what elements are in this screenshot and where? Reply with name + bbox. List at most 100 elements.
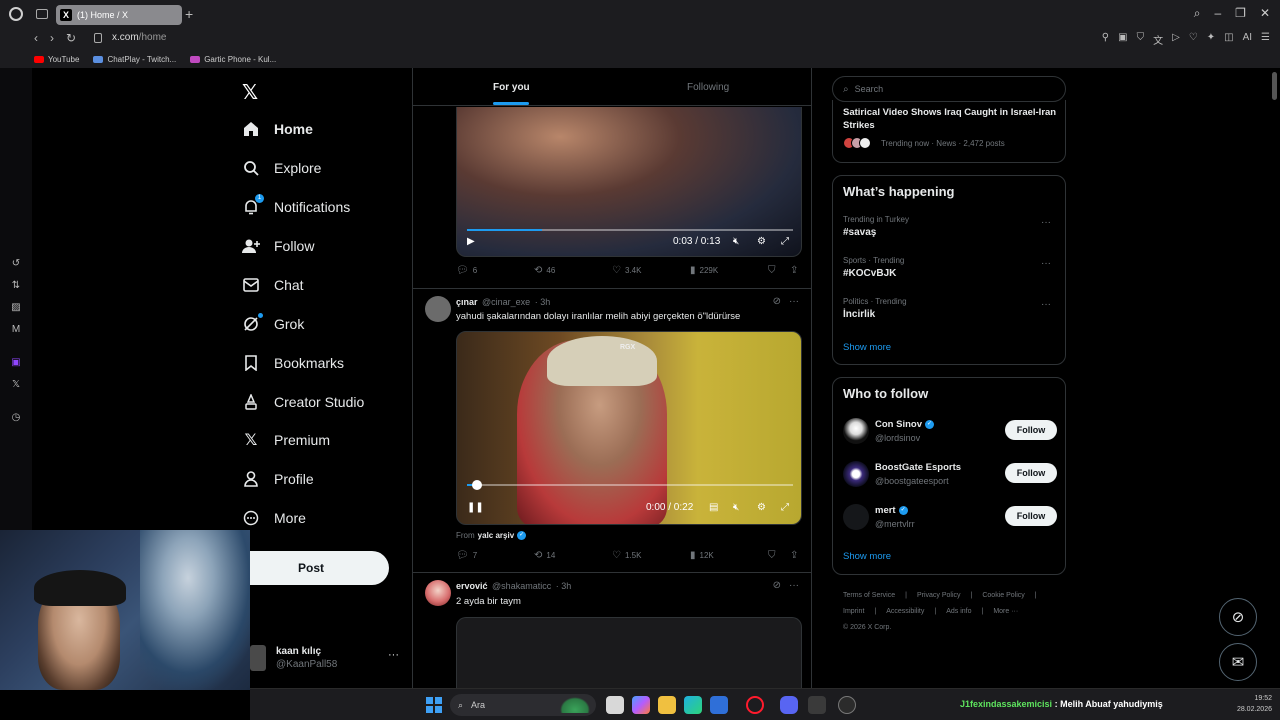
accessibility-link[interactable]: Accessibility (886, 608, 924, 615)
play-icon[interactable]: ▶ (467, 236, 475, 247)
bookmark-gartic[interactable]: Gartic Phone - Kul... (190, 55, 276, 64)
trend-item[interactable]: Trending in Turkey #savaş ··· (843, 215, 1057, 238)
messages-fab[interactable]: ✉ (1219, 643, 1257, 681)
show-more-link[interactable]: Show more (843, 342, 891, 353)
like-button[interactable]: ♡ 3.4K (612, 265, 641, 276)
repost-button[interactable]: ⟲ 14 (534, 550, 555, 561)
avatar[interactable] (425, 580, 451, 606)
nav-notifications[interactable]: 1 Notifications (242, 194, 350, 219)
search-input[interactable] (854, 84, 1045, 94)
follow-button[interactable]: Follow (1005, 463, 1057, 483)
bookmark-youtube[interactable]: YouTube (34, 55, 79, 64)
tab-for-you[interactable]: For you (493, 82, 530, 93)
store-icon[interactable] (710, 696, 728, 714)
more-link[interactable]: More ··· (993, 608, 1018, 615)
reply-button[interactable]: 💬︎ 7 (456, 550, 477, 561)
fullscreen-icon[interactable]: ⤢ (781, 502, 789, 513)
sidebar-x-icon[interactable]: 𝕏 (10, 379, 22, 391)
video-progress[interactable] (467, 229, 793, 231)
share-icon[interactable]: ⇪ (790, 550, 798, 561)
video-progress[interactable] (467, 480, 793, 490)
ai-button[interactable]: AI (1243, 32, 1252, 47)
like-button[interactable]: ♡ 1.5K (612, 550, 641, 561)
share-icon[interactable]: ⇪ (790, 265, 798, 276)
nav-creator-studio[interactable]: Creator Studio (242, 390, 364, 414)
taskbar-search[interactable]: ⌕ Ara (450, 694, 596, 716)
system-tray-clock[interactable]: 19:52 28.02.2026 (1237, 693, 1272, 715)
bookmark-tweet-icon[interactable]: ⛉ (768, 550, 776, 561)
lock-icon[interactable] (94, 33, 102, 43)
progress-knob[interactable] (471, 480, 482, 490)
close-icon[interactable]: ✕ (1260, 6, 1270, 21)
pin-icon[interactable]: ⚲ (1102, 32, 1109, 47)
opera-icon[interactable] (746, 696, 764, 714)
translate-icon[interactable]: 文 (1153, 32, 1163, 47)
nav-more[interactable]: More (242, 506, 306, 530)
views-button[interactable]: ▮ 229K (690, 265, 718, 276)
follow-button[interactable]: Follow (1005, 506, 1057, 526)
show-more-link[interactable]: Show more (843, 551, 891, 562)
pause-icon[interactable]: ❚❚ (467, 502, 484, 513)
follow-button[interactable]: Follow (1005, 420, 1057, 440)
minimize-icon[interactable]: – (1214, 6, 1221, 21)
tweet-video[interactable]: ▶ 0:03 / 0:13 🔇︎ ⚙ ⤢ (456, 107, 802, 257)
tweet-time[interactable]: · 3h (556, 581, 572, 591)
tweet-author-handle[interactable]: @cinar_exe (482, 297, 530, 307)
tweet-video[interactable]: RGX ❚❚ 0:00 / 0:22 ▤ 🔇︎ ⚙ ⤢ (456, 331, 802, 525)
opera-menu-icon[interactable] (9, 7, 23, 21)
sidebar-snap-icon[interactable]: ▨ (10, 302, 22, 314)
x-logo-icon[interactable]: 𝕏 (242, 80, 258, 105)
sidebar-flow-icon[interactable]: ⇅ (10, 280, 22, 292)
sidebar-m-icon[interactable]: M (10, 324, 22, 336)
new-tab-icon[interactable]: + (185, 6, 193, 22)
reply-button[interactable]: 💬︎ 6 (456, 265, 477, 276)
bookmark-chatplay[interactable]: ChatPlay - Twitch... (93, 55, 176, 64)
browser-search-icon[interactable]: ⌕ (1194, 6, 1201, 21)
mute-icon[interactable]: 🔇︎ (733, 502, 739, 513)
follow-suggestion[interactable]: Con Sinov ✓ @lordsinov Follow (843, 416, 1057, 446)
terms-link[interactable]: Terms of Service (843, 592, 895, 599)
views-button[interactable]: ▮ 12K (690, 550, 714, 561)
mute-icon[interactable]: 🔇︎ (733, 236, 739, 247)
trend-more-icon[interactable]: ··· (1041, 299, 1051, 310)
back-icon[interactable]: ‹ (34, 31, 38, 45)
nav-chat[interactable]: Chat (242, 273, 304, 297)
tweet-author-name[interactable]: ervović (456, 581, 488, 591)
extensions-icon[interactable]: ✦ (1207, 32, 1215, 47)
app-icon[interactable] (838, 696, 856, 714)
bookmark-tweet-icon[interactable]: ⛉ (768, 265, 776, 276)
nav-grok[interactable]: Grok (242, 312, 304, 336)
follow-suggestion[interactable]: BoostGate Esports @boostgateesport Follo… (843, 459, 1057, 489)
menu-icon[interactable]: ☰ (1261, 32, 1270, 47)
nav-follow[interactable]: Follow (242, 234, 314, 258)
imprint-link[interactable]: Imprint (843, 608, 864, 615)
steam-icon[interactable] (808, 696, 826, 714)
task-view-icon[interactable] (606, 696, 624, 714)
settings-icon[interactable]: ⚙ (757, 502, 766, 513)
account-more-icon[interactable]: ··· (388, 649, 399, 661)
edge-icon[interactable] (684, 696, 702, 714)
fullscreen-icon[interactable]: ⤢ (781, 236, 789, 247)
trend-more-icon[interactable]: ··· (1041, 258, 1051, 269)
snapshot-icon[interactable]: ▣ (1118, 32, 1127, 47)
copilot-icon[interactable] (632, 696, 650, 714)
wallet-icon[interactable]: ◫ (1224, 32, 1233, 47)
heart-icon[interactable]: ♡ (1189, 32, 1198, 47)
tweet-author-handle[interactable]: @shakamaticc (492, 581, 551, 591)
grok-explain-icon[interactable]: ⊘ (773, 580, 781, 591)
tweet-more-icon[interactable]: ··· (789, 580, 799, 591)
settings-icon[interactable]: ⚙ (757, 236, 766, 247)
file-explorer-icon[interactable] (658, 696, 676, 714)
discord-icon[interactable] (780, 696, 798, 714)
grok-explain-icon[interactable]: ⊘ (773, 296, 781, 307)
grok-fab[interactable]: ⊘ (1219, 598, 1257, 636)
tweet-media[interactable] (456, 617, 802, 689)
cookie-link[interactable]: Cookie Policy (982, 592, 1024, 599)
tweet-author-name[interactable]: çınar (456, 297, 478, 307)
page-scrollbar[interactable] (1272, 72, 1277, 100)
ads-info-link[interactable]: Ads info (946, 608, 971, 615)
windows-start-icon[interactable] (426, 697, 442, 713)
avatar[interactable] (425, 296, 451, 322)
nav-bookmarks[interactable]: Bookmarks (242, 351, 344, 375)
restore-icon[interactable]: ❐ (1235, 6, 1246, 21)
